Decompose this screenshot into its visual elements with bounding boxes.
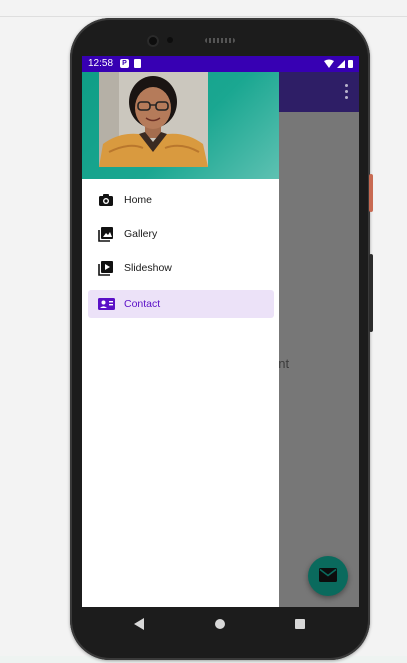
contact-card-icon [98,296,115,312]
gallery-icon [98,226,114,242]
wifi-icon [324,59,334,68]
drawer-item-contact[interactable]: Contact [88,290,274,318]
status-time: 12:58 [88,58,114,69]
slideshow-icon [98,260,114,276]
drawer-item-home[interactable]: Home [88,186,274,214]
cellular-icon [337,60,345,68]
recents-icon[interactable] [295,619,305,629]
more-vert-icon[interactable] [345,84,349,100]
front-camera [147,35,159,47]
camera-icon [98,192,114,208]
drawer-header [82,72,279,179]
drawer-item-label: Gallery [124,228,158,240]
status-bar: 12:58 P [82,56,359,72]
earpiece-speaker [205,38,235,43]
volume-rocker[interactable] [369,254,373,332]
power-button[interactable] [369,174,373,212]
notification-p-icon: P [120,59,129,68]
drawer-item-label: Home [124,194,153,206]
lock-notification-icon [134,59,141,68]
email-fab-button[interactable] [308,556,348,596]
profile-photo[interactable] [99,72,208,167]
navigation-drawer: Home Gallery Slideshow Contact [82,72,279,607]
proximity-sensor [167,37,173,43]
device-screen: 12:58 P ent Home Gallery Slideshow Conta… [82,56,359,607]
drawer-item-label: Contact [124,298,161,310]
email-icon [319,568,337,582]
window-divider [0,16,407,17]
drawer-item-gallery[interactable]: Gallery [88,220,274,248]
home-icon[interactable] [215,619,225,629]
battery-icon [348,60,353,68]
back-icon[interactable] [134,618,144,630]
drawer-item-label: Slideshow [124,262,172,274]
drawer-item-slideshow[interactable]: Slideshow [88,254,274,282]
